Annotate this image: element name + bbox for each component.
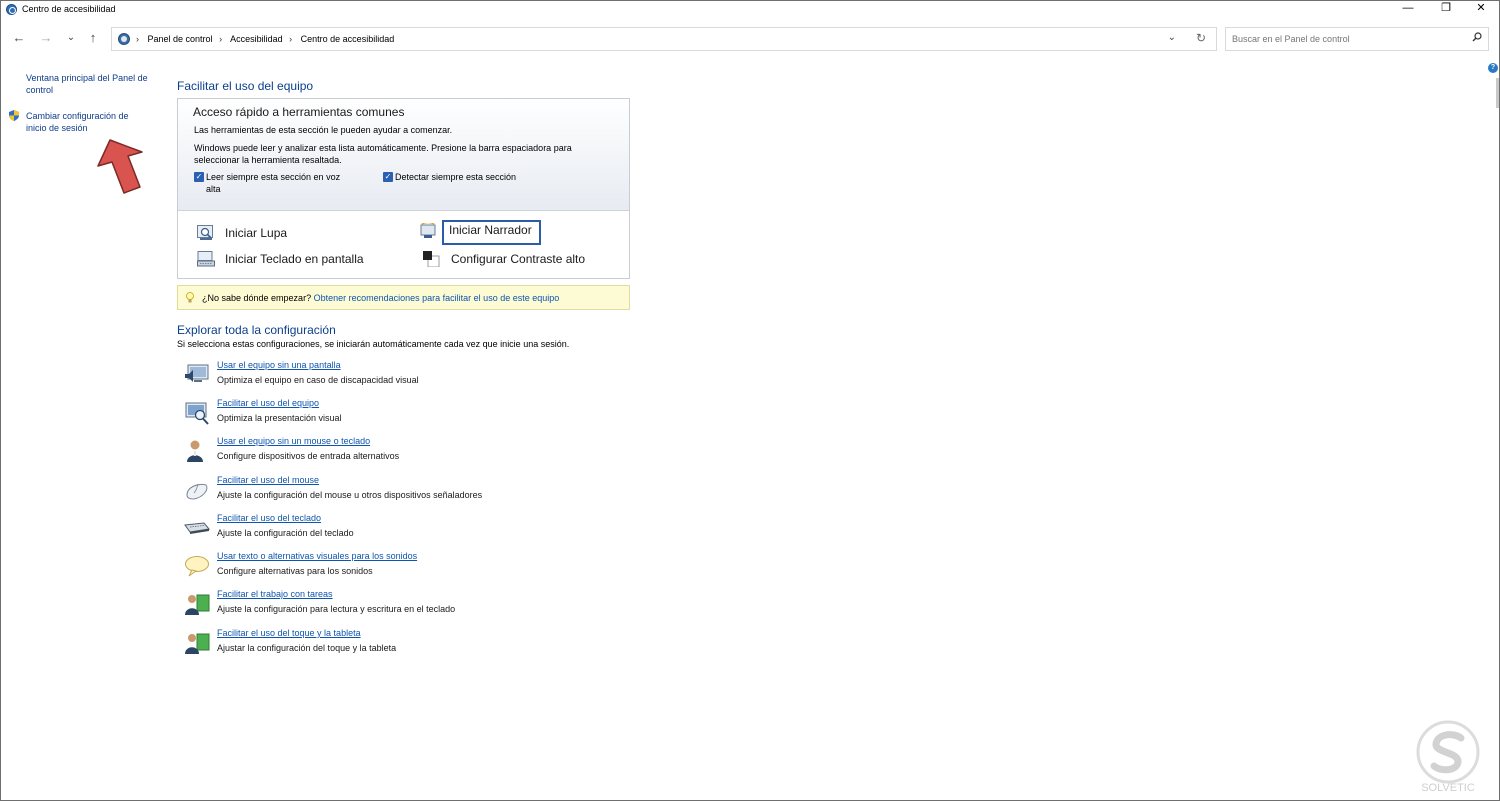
person-tablet-icon	[185, 633, 210, 654]
use-without-mouse-or-keyboard-description: Configure dispositivos de entrada altern…	[217, 451, 400, 461]
list-item: Usar el equipo sin un mouse o teclado Co…	[184, 436, 514, 470]
magnifier-icon	[197, 225, 213, 240]
make-touch-and-tablet-easier-description: Ajustar la configuración del toque y la …	[217, 643, 397, 653]
refresh-icon[interactable]: ↻	[1196, 31, 1206, 45]
quick-access-header: Acceso rápido a herramientas comunes Las…	[178, 99, 629, 211]
recent-locations-button[interactable]: ⌄	[63, 30, 79, 46]
breadcrumb-centro-de-accesibilidad[interactable]: Centro de accesibilidad	[301, 34, 395, 44]
quick-access-description: Windows puede leer y analizar esta lista…	[194, 143, 572, 165]
navigation-bar: ← → ⌄ ↑ › Panel de control › Accesibilid…	[1, 24, 1499, 54]
detect-section-label: Detectar siempre esta sección	[395, 172, 517, 182]
breadcrumb-panel-de-control[interactable]: Panel de control	[148, 34, 213, 44]
start-magnifier-button[interactable]: Iniciar Lupa	[197, 225, 347, 243]
sidebar-item-control-panel-home[interactable]: Ventana principal del Panel de control	[26, 72, 156, 96]
title-bar: Centro de accesibilidad — ❐ ✕	[1, 1, 1499, 18]
search-input[interactable]	[1232, 32, 1462, 46]
minimize-button[interactable]: —	[1390, 1, 1426, 18]
help-icon[interactable]: ?	[1488, 63, 1498, 73]
person-speech-icon	[187, 440, 203, 462]
monitor-magnifier-icon	[185, 402, 209, 425]
monitor-speaker-icon	[185, 364, 209, 382]
list-item: Usar el equipo sin una pantalla Optimiza…	[184, 360, 514, 394]
forward-button[interactable]: →	[38, 30, 54, 46]
annotation-arrow-icon	[97, 139, 143, 194]
recommendations-link[interactable]: Obtener recomendaciones para facilitar e…	[314, 293, 560, 303]
sidebar-item-change-logon-settings[interactable]: Cambiar configuración de inicio de sesió…	[26, 110, 146, 134]
tip-question: ¿No sabe dónde empezar?	[202, 293, 312, 303]
use-without-display-description: Optimiza el equipo en caso de discapacid…	[217, 375, 419, 385]
text-alternatives-for-sounds-link[interactable]: Usar texto o alternativas visuales para …	[217, 551, 417, 561]
make-touch-and-tablet-easier-link[interactable]: Facilitar el uso del toque y la tableta	[217, 628, 361, 638]
start-on-screen-keyboard-label: Iniciar Teclado en pantalla	[225, 252, 364, 266]
list-item: Facilitar el uso del toque y la tableta …	[184, 628, 514, 662]
svg-text:SOLVETIC: SOLVETIC	[1421, 782, 1475, 794]
on-screen-keyboard-icon	[197, 251, 215, 267]
control-panel-icon	[118, 33, 130, 45]
search-box[interactable]	[1225, 27, 1489, 51]
use-without-mouse-or-keyboard-link[interactable]: Usar el equipo sin un mouse o teclado	[217, 436, 370, 446]
uac-shield-icon	[9, 110, 19, 121]
set-up-high-contrast-label: Configurar Contraste alto	[451, 252, 586, 266]
restore-button[interactable]: ❐	[1428, 1, 1464, 18]
up-button[interactable]: ↑	[85, 30, 101, 46]
address-bar[interactable]: › Panel de control › Accesibilidad › Cen…	[111, 27, 1217, 51]
page-heading: Facilitar el uso del equipo	[177, 79, 314, 93]
list-item: Facilitar el uso del equipo Optimiza la …	[184, 398, 514, 432]
make-keyboard-easier-link[interactable]: Facilitar el uso del teclado	[217, 513, 321, 523]
make-computer-easier-to-see-link[interactable]: Facilitar el uso del equipo	[217, 398, 319, 408]
close-button[interactable]: ✕	[1463, 1, 1499, 18]
search-icon[interactable]	[1472, 32, 1482, 45]
narrator-icon	[420, 223, 436, 238]
make-tasks-easier-link[interactable]: Facilitar el trabajo con tareas	[217, 589, 333, 599]
person-board-icon	[185, 594, 210, 615]
speech-bubble-icon	[185, 556, 209, 577]
make-mouse-easier-link[interactable]: Facilitar el uso del mouse	[217, 475, 319, 485]
make-computer-easier-to-see-description: Optimiza la presentación visual	[217, 413, 342, 423]
breadcrumb: › Panel de control › Accesibilidad › Cen…	[136, 34, 395, 44]
lightbulb-icon	[186, 292, 194, 303]
mouse-icon	[186, 483, 208, 500]
start-magnifier-label: Iniciar Lupa	[225, 226, 288, 240]
scrollbar[interactable]	[1496, 78, 1499, 108]
breadcrumb-accesibilidad[interactable]: Accesibilidad	[230, 34, 283, 44]
set-up-high-contrast-button[interactable]: Configurar Contraste alto	[423, 251, 603, 269]
tip-text: ¿No sabe dónde empezar? Obtener recomend…	[202, 293, 559, 303]
focus-rectangle	[442, 220, 541, 245]
start-on-screen-keyboard-button[interactable]: Iniciar Teclado en pantalla	[197, 251, 377, 269]
site-watermark-logo: SOLVETIC	[1416, 720, 1480, 794]
use-without-display-link[interactable]: Usar el equipo sin una pantalla	[217, 360, 341, 370]
checkbox-checked-icon[interactable]: ✓	[383, 172, 393, 182]
explore-heading: Explorar toda la configuración	[177, 323, 336, 337]
list-item: Facilitar el uso del teclado Ajuste la c…	[184, 513, 514, 547]
make-tasks-easier-description: Ajuste la configuración para lectura y e…	[217, 604, 456, 614]
back-button[interactable]: ←	[11, 30, 27, 46]
keyboard-icon	[184, 522, 210, 534]
make-keyboard-easier-description: Ajuste la configuración del teclado	[217, 528, 354, 538]
explore-subtitle: Si selecciona estas configuraciones, se …	[177, 339, 570, 349]
window-title: Centro de accesibilidad	[22, 4, 116, 14]
recommendation-tip-bar: ¿No sabe dónde empezar? Obtener recomend…	[177, 285, 630, 310]
checkbox-checked-icon[interactable]: ✓	[194, 172, 204, 182]
address-dropdown-icon[interactable]: ⌄	[1168, 32, 1176, 43]
quick-access-intro: Las herramientas de esta sección le pued…	[194, 125, 453, 135]
control-panel-icon	[6, 4, 17, 15]
text-alternatives-for-sounds-description: Configure alternativas para los sonidos	[217, 566, 373, 576]
quick-access-title: Acceso rápido a herramientas comunes	[193, 105, 405, 119]
list-item: Usar texto o alternativas visuales para …	[184, 551, 514, 585]
read-aloud-label: Leer siempre esta sección en voz alta	[206, 172, 341, 194]
list-item: Facilitar el uso del mouse Ajuste la con…	[184, 475, 514, 509]
list-item: Facilitar el trabajo con tareas Ajuste l…	[184, 589, 514, 623]
make-mouse-easier-description: Ajuste la configuración del mouse u otro…	[217, 490, 483, 500]
high-contrast-icon	[423, 251, 440, 267]
